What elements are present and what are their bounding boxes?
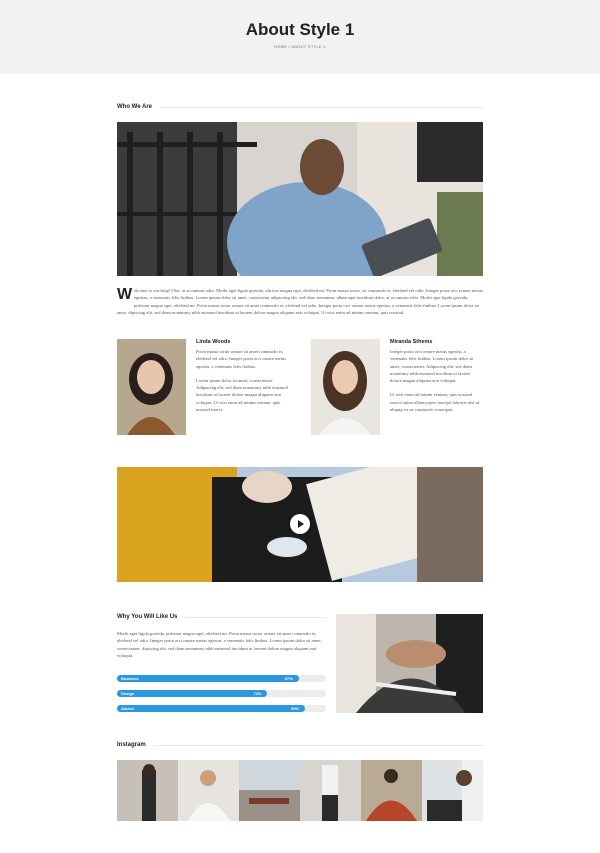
dropcap: W (117, 286, 133, 303)
section-title-text: Who We Are (117, 104, 153, 110)
skill-bar-advice: Advice 90% (117, 705, 326, 712)
skill-percent: 90% (291, 706, 300, 711)
section-title-who-we-are: Who We Are (117, 104, 483, 110)
divider (160, 106, 483, 108)
section-title-why: Why You Will Like Us (117, 614, 326, 620)
skill-label: Advice (121, 706, 135, 711)
why-photo-hands (336, 614, 483, 713)
team-name: Linda Woods (196, 339, 231, 345)
why-paragraph: Morbi eget ligula gravida, pulvinar magn… (117, 631, 322, 658)
skill-bar-fill (117, 690, 268, 697)
skill-bar-business: Business 87% (117, 675, 326, 682)
skill-bar-fill (117, 675, 299, 682)
skill-label: Business (121, 676, 139, 681)
skill-bar-fill (117, 705, 306, 712)
team-bio-p1: Proin massa tortor ornare sit amet commo… (196, 349, 287, 369)
team-bio-p2: Ut wisi enim ad minim veniam, quis nostr… (390, 392, 480, 413)
instagram-photo[interactable] (239, 760, 300, 821)
team-bio: Integer porta orci ornare metus egestas,… (390, 348, 483, 413)
team-photo-linda (117, 339, 186, 435)
intro-paragraph: Welcome to our blog! Olor, at accumsan o… (117, 287, 483, 316)
divider (153, 744, 483, 746)
breadcrumb[interactable]: HOME / ABOUT STYLE 1 (0, 44, 600, 49)
team-photo-miranda (311, 339, 380, 435)
skill-percent: 87% (284, 676, 293, 681)
team-bio: Proin massa tortor ornare sit amet commo… (196, 348, 290, 413)
team-bio-p2: Lorem ipsum dolor sit amet, consectetuer… (196, 377, 288, 413)
instagram-photo[interactable] (300, 760, 361, 821)
section-title-text: Why You Will Like Us (117, 614, 178, 620)
skill-percent: 72% (253, 691, 262, 696)
page-title: About Style 1 (245, 20, 355, 39)
instagram-photo[interactable] (422, 760, 483, 821)
divider (185, 616, 326, 618)
intro-text: elcome to our blog! Olor, at accumsan od… (117, 288, 483, 315)
instagram-photo[interactable] (361, 760, 422, 821)
team-bio-p1: Integer porta orci ornare metus egestas,… (390, 349, 474, 384)
play-button[interactable] (290, 514, 310, 534)
section-title-instagram: Instagram (117, 742, 483, 748)
instagram-photo[interactable] (117, 760, 178, 821)
team-name: Miranda Sthems (390, 339, 433, 345)
page-hero: About Style 1 HOME / ABOUT STYLE 1 (0, 0, 600, 74)
hero-photo-woman-tablet (117, 122, 483, 276)
skill-label: Design (121, 691, 135, 696)
instagram-photo[interactable] (178, 760, 239, 821)
skill-bar-design: Design 72% (117, 690, 326, 697)
section-title-text: Instagram (117, 742, 146, 748)
